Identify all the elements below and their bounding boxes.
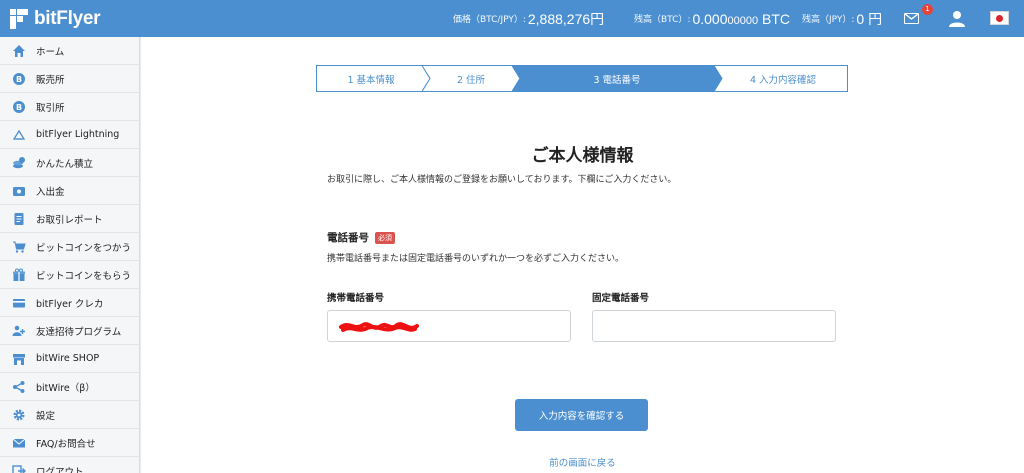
sidebar-item-bitwire[interactable]: bitWire（β） bbox=[0, 373, 139, 401]
lightning-icon bbox=[12, 129, 26, 140]
phone-section-label: 電話番号 bbox=[327, 232, 369, 244]
invite-icon bbox=[12, 325, 25, 336]
price-display: 価格（BTC/JPY）: 2,888,276円 bbox=[453, 0, 604, 37]
svg-text:B: B bbox=[16, 75, 22, 84]
sidebar-item-credit-card[interactable]: bitFlyer クレカ bbox=[0, 289, 139, 317]
phone-section-heading: 電話番号 必須 bbox=[327, 230, 395, 245]
bitcoin-icon: B bbox=[13, 73, 25, 85]
sidebar-item-label: お取引レポート bbox=[36, 214, 103, 226]
sidebar-item-label: ログアウト bbox=[36, 466, 84, 473]
sidebar-item-bitwire-shop[interactable]: bitWire SHOP bbox=[0, 345, 139, 373]
btc-balance: 残高（BTC）: 0.00000000 BTC bbox=[634, 0, 790, 37]
sidebar-item-label: ビットコインをもらう bbox=[36, 270, 132, 282]
logout-icon bbox=[12, 465, 26, 473]
step-basic-info: 1 基本情報 bbox=[347, 74, 395, 86]
mobile-phone-label: 携帯電話番号 bbox=[327, 293, 385, 304]
japan-flag-icon[interactable] bbox=[990, 11, 1009, 25]
sidebar-item-label: 設定 bbox=[36, 410, 56, 422]
gear-icon bbox=[13, 409, 25, 421]
landline-phone-input[interactable] bbox=[592, 310, 836, 342]
sidebar-item-trade-report[interactable]: お取引レポート bbox=[0, 205, 139, 233]
sidebar-item-deposit-withdraw[interactable]: 入出金 bbox=[0, 177, 139, 205]
intro-text: お取引に際し、ご本人様情報のご登録をお願いしております。下欄にご入力ください。 bbox=[327, 175, 677, 185]
confirm-input-button[interactable]: 入力内容を確認する bbox=[515, 399, 648, 431]
shop-icon bbox=[13, 354, 25, 365]
btc-balance-value: 0.00000000 BTC bbox=[692, 10, 790, 27]
wallet-icon bbox=[13, 187, 25, 196]
btc-balance-label: 残高（BTC）: bbox=[634, 15, 691, 25]
step-confirm: 4 入力内容確認 bbox=[749, 74, 817, 86]
progress-steps: 1 基本情報 2 住所 3 電話番号 4 入力内容確認 bbox=[316, 65, 848, 92]
gift-icon bbox=[13, 268, 25, 281]
sidebar-item-lightning[interactable]: bitFlyer Lightning bbox=[0, 121, 139, 149]
sidebar-item-label: ホーム bbox=[36, 46, 65, 58]
price-value: 2,888,276円 bbox=[527, 10, 605, 27]
sidebar-item-label: かんたん積立 bbox=[36, 158, 94, 170]
mobile-phone-input[interactable] bbox=[327, 310, 571, 342]
page-title: ご本人様情報 bbox=[531, 146, 634, 166]
sidebar-item-get-bitcoin[interactable]: ビットコインをもらう bbox=[0, 261, 139, 289]
sidebar-item-faq-contact[interactable]: FAQ/お問合せ bbox=[0, 429, 139, 457]
sidebar-item-label: bitWire SHOP bbox=[36, 353, 100, 364]
sidebar-item-easy-savings[interactable]: かんたん積立 bbox=[0, 149, 139, 177]
notification-badge: 1 bbox=[922, 4, 933, 15]
price-label: 価格（BTC/JPY）: bbox=[453, 15, 526, 25]
svg-text:B: B bbox=[16, 103, 22, 112]
phone-section-note: 携帯電話番号または固定電話番号のいずれか一つを必ずご入力ください。 bbox=[327, 254, 625, 264]
logo[interactable]: bitFlyer bbox=[10, 8, 101, 30]
sidebar-item-label: ビットコインをつかう bbox=[36, 242, 132, 254]
share-icon bbox=[13, 381, 25, 393]
sidebar-item-label: bitFlyer クレカ bbox=[36, 298, 104, 310]
jpy-balance-value: 0 円 bbox=[856, 10, 883, 27]
sidebar-item-label: 友達招待プログラム bbox=[36, 326, 122, 338]
user-icon[interactable] bbox=[949, 10, 965, 27]
main-content: 1 基本情報 2 住所 3 電話番号 4 入力内容確認 ご本人様情報 お取引に際… bbox=[141, 37, 1024, 473]
sidebar-item-sales-office[interactable]: B 販売所 bbox=[0, 65, 139, 93]
sidebar-item-exchange[interactable]: B 取引所 bbox=[0, 93, 139, 121]
sidebar-item-label: 取引所 bbox=[36, 102, 65, 114]
sidebar: ホーム B 販売所 B 取引所 bitFlyer Lightning かんたん積… bbox=[0, 37, 140, 473]
brand-name: bitFlyer bbox=[34, 8, 101, 29]
sidebar-item-use-bitcoin[interactable]: ビットコインをつかう bbox=[0, 233, 139, 261]
cart-icon bbox=[13, 241, 26, 253]
jpy-balance: 残高（JPY）: 0 円 bbox=[802, 0, 882, 37]
mail-icon[interactable] bbox=[904, 13, 919, 24]
top-header: bitFlyer 価格（BTC/JPY）: 2,888,276円 残高（BTC）… bbox=[0, 0, 1024, 37]
required-badge: 必須 bbox=[375, 231, 395, 244]
report-icon bbox=[14, 213, 24, 225]
sidebar-item-label: bitFlyer Lightning bbox=[36, 129, 120, 140]
bitflyer-logo-icon bbox=[10, 9, 28, 29]
sidebar-item-home[interactable]: ホーム bbox=[0, 37, 139, 65]
sidebar-item-invite-friends[interactable]: 友達招待プログラム bbox=[0, 317, 139, 345]
mail-icon bbox=[12, 438, 26, 448]
home-icon bbox=[13, 45, 25, 57]
step-phone-number: 3 電話番号 bbox=[593, 74, 641, 86]
sidebar-item-label: 入出金 bbox=[36, 186, 65, 198]
coins-icon bbox=[13, 157, 25, 169]
back-link[interactable]: 前の画面に戻る bbox=[141, 455, 1024, 469]
sidebar-item-label: bitWire（β） bbox=[36, 382, 95, 394]
landline-phone-label: 固定電話番号 bbox=[592, 293, 650, 304]
credit-card-icon bbox=[13, 299, 25, 308]
step-address: 2 住所 bbox=[456, 74, 486, 86]
jpy-balance-label: 残高（JPY）: bbox=[802, 15, 855, 25]
bitcoin-icon: B bbox=[13, 101, 25, 113]
sidebar-item-label: 販売所 bbox=[36, 74, 65, 86]
sidebar-item-settings[interactable]: 設定 bbox=[0, 401, 139, 429]
sidebar-item-logout[interactable]: ログアウト bbox=[0, 457, 139, 473]
sidebar-item-label: FAQ/お問合せ bbox=[36, 438, 96, 450]
